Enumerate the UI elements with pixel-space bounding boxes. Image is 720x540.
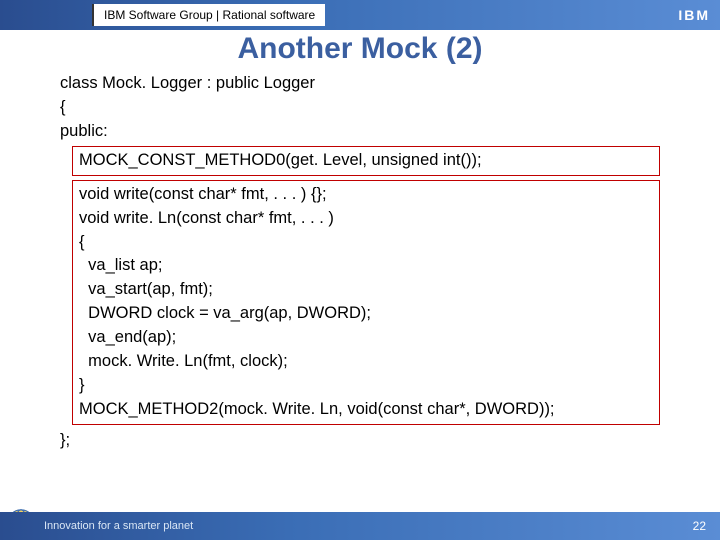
code-line: va_start(ap, fmt); xyxy=(79,278,653,302)
header-bar: IBM Software Group | Rational software I… xyxy=(0,0,720,30)
slide-title: Another Mock (2) xyxy=(0,32,720,66)
code-line: void write(const char* fmt, . . . ) {}; xyxy=(79,183,653,207)
highlight-box-1: MOCK_CONST_METHOD0(get. Level, unsigned … xyxy=(72,146,660,176)
code-line: mock. Write. Ln(fmt, clock); xyxy=(79,350,653,374)
code-line: void write. Ln(const char* fmt, . . . ) xyxy=(79,207,653,231)
code-line: va_end(ap); xyxy=(79,326,653,350)
header-group-text: IBM Software Group | Rational software xyxy=(92,4,325,26)
code-line: class Mock. Logger : public Logger xyxy=(60,72,660,96)
code-line: public: xyxy=(60,120,660,144)
code-line: va_list ap; xyxy=(79,254,653,278)
code-line: DWORD clock = va_arg(ap, DWORD); xyxy=(79,302,653,326)
footer-bar: Innovation for a smarter planet 22 xyxy=(0,512,720,540)
ibm-logo: IBM xyxy=(678,7,710,23)
footer-tagline: Innovation for a smarter planet xyxy=(44,520,193,532)
code-line: { xyxy=(79,231,653,255)
code-line: MOCK_METHOD2(mock. Write. Ln, void(const… xyxy=(79,398,653,422)
code-content: class Mock. Logger : public Logger { pub… xyxy=(0,72,720,453)
page-number: 22 xyxy=(693,519,706,533)
code-line: { xyxy=(60,96,660,120)
code-line: }; xyxy=(60,429,660,453)
code-line: MOCK_CONST_METHOD0(get. Level, unsigned … xyxy=(79,149,653,173)
header-left: IBM Software Group | Rational software xyxy=(0,0,325,30)
highlight-box-2: void write(const char* fmt, . . . ) {}; … xyxy=(72,180,660,425)
code-line: } xyxy=(79,374,653,398)
